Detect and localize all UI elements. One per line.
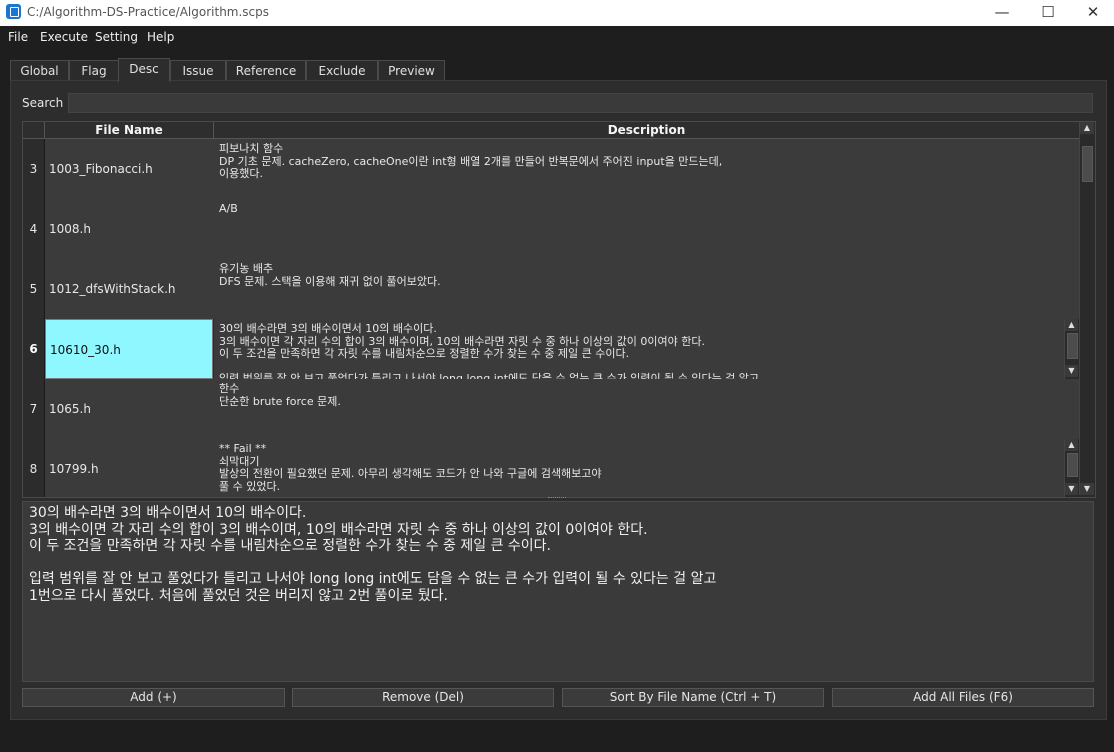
file-name-cell[interactable]: 1012_dfsWithStack.h xyxy=(45,259,218,319)
table-row-selected[interactable]: 6 10610_30.h 30의 배수라면 3의 배수이면서 10의 배수이다.… xyxy=(23,319,1079,380)
file-name-cell-selected[interactable]: 10610_30.h xyxy=(45,319,213,379)
menu-bar: File Execute Setting Help xyxy=(0,26,1114,48)
title-bar: C:/Algorithm-DS-Practice/Algorithm.scps … xyxy=(0,0,1114,26)
corner-header xyxy=(23,122,45,139)
description-cell[interactable]: ** Fail ** 쇠막대기 발상의 전환이 필요했던 문제. 아무리 생각해… xyxy=(214,439,1064,497)
description-cell[interactable]: 30의 배수라면 3의 배수이면서 10의 배수이다. 3의 배수이면 각 자리… xyxy=(214,319,1064,379)
table-scrollbar[interactable]: ▲ ▼ xyxy=(1079,122,1095,495)
scroll-thumb[interactable] xyxy=(1067,333,1078,359)
row-number: 5 xyxy=(23,259,45,319)
column-header-description[interactable]: Description xyxy=(214,122,1080,139)
desc-table: File Name Description 3 1003_Fibonacci.h… xyxy=(22,121,1096,498)
scroll-down-arrow-icon[interactable]: ▼ xyxy=(1065,483,1078,495)
file-name-cell[interactable]: 1008.h xyxy=(45,199,218,259)
table-row[interactable]: 8 10799.h ** Fail ** 쇠막대기 발상의 전환이 필요했던 문… xyxy=(23,439,1079,497)
row-number: 7 xyxy=(23,379,45,439)
scroll-down-arrow-icon[interactable]: ▼ xyxy=(1080,483,1094,495)
table-row[interactable]: 7 1065.h 한수 단순한 brute force 문제. xyxy=(23,379,1079,440)
add-all-files-button[interactable]: Add All Files (F6) xyxy=(832,688,1094,707)
menu-setting[interactable]: Setting xyxy=(95,30,138,44)
sort-by-file-name-button[interactable]: Sort By File Name (Ctrl + T) xyxy=(562,688,824,707)
add-button[interactable]: Add (+) xyxy=(22,688,285,707)
minimize-button[interactable]: — xyxy=(979,0,1025,26)
remove-button[interactable]: Remove (Del) xyxy=(292,688,554,707)
tab-flag[interactable]: Flag xyxy=(69,60,119,81)
file-name-cell[interactable]: 10799.h xyxy=(45,439,218,497)
menu-execute[interactable]: Execute xyxy=(40,30,88,44)
row-number: 8 xyxy=(23,439,45,497)
tab-reference[interactable]: Reference xyxy=(226,60,306,81)
search-label: Search xyxy=(22,96,64,110)
menu-file[interactable]: File xyxy=(8,30,28,44)
tab-issue[interactable]: Issue xyxy=(170,60,226,81)
scroll-up-arrow-icon[interactable]: ▲ xyxy=(1065,439,1078,451)
close-button[interactable]: ✕ xyxy=(1070,0,1114,26)
description-editor[interactable]: 30의 배수라면 3의 배수이면서 10의 배수이다. 3의 배수이면 각 자리… xyxy=(22,501,1094,682)
description-cell[interactable]: 피보나치 함수 DP 기초 문제. cacheZero, cacheOne이란 … xyxy=(214,139,1079,199)
description-cell[interactable]: A/B xyxy=(214,199,1079,259)
cell-scrollbar[interactable]: ▲ ▼ xyxy=(1064,319,1079,379)
table-row[interactable]: 3 1003_Fibonacci.h 피보나치 함수 DP 기초 문제. cac… xyxy=(23,139,1079,200)
scroll-thumb[interactable] xyxy=(1067,453,1078,477)
cell-scrollbar[interactable]: ▲ ▼ xyxy=(1064,439,1079,497)
row-number: 6 xyxy=(23,319,45,379)
tab-global[interactable]: Global xyxy=(10,60,69,81)
column-header-file-name[interactable]: File Name xyxy=(45,122,214,139)
description-cell[interactable]: 유기농 배추 DFS 문제. 스택을 이용해 재귀 없이 풀어보았다. xyxy=(214,259,1079,319)
app-icon xyxy=(6,4,21,19)
tab-desc[interactable]: Desc xyxy=(118,58,170,82)
tab-preview[interactable]: Preview xyxy=(378,60,445,81)
maximize-button[interactable]: ☐ xyxy=(1025,0,1071,26)
menu-help[interactable]: Help xyxy=(147,30,174,44)
table-row[interactable]: 5 1012_dfsWithStack.h 유기농 배추 DFS 문제. 스택을… xyxy=(23,259,1079,320)
scroll-thumb[interactable] xyxy=(1082,146,1093,182)
row-number: 3 xyxy=(23,139,45,199)
window-title: C:/Algorithm-DS-Practice/Algorithm.scps xyxy=(27,5,270,19)
file-name-cell[interactable]: 1003_Fibonacci.h xyxy=(45,139,218,199)
table-row[interactable]: 4 1008.h A/B xyxy=(23,199,1079,260)
description-cell[interactable]: 한수 단순한 brute force 문제. xyxy=(214,379,1079,439)
scroll-down-arrow-icon[interactable]: ▼ xyxy=(1065,365,1078,377)
search-input[interactable] xyxy=(68,93,1093,113)
scroll-up-arrow-icon[interactable]: ▲ xyxy=(1065,319,1078,331)
file-name-cell[interactable]: 1065.h xyxy=(45,379,218,439)
scroll-up-arrow-icon[interactable]: ▲ xyxy=(1080,122,1094,134)
tab-exclude[interactable]: Exclude xyxy=(306,60,378,81)
row-number: 4 xyxy=(23,199,45,259)
